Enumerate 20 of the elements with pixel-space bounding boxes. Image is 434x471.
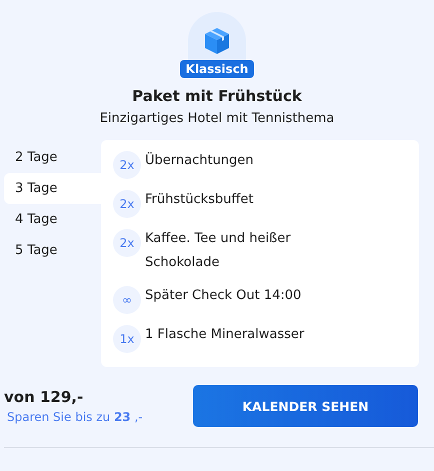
duration-tab[interactable]: 2 Tage xyxy=(4,142,101,173)
inclusion-text: Übernachtungen xyxy=(145,151,255,170)
package-subtitle: Einzigartiges Hotel mit Tennisthema xyxy=(100,111,334,126)
calendar-button[interactable]: KALENDER SEHEN xyxy=(193,385,418,427)
savings-text: Sparen Sie bis zu 23 ,- xyxy=(6,410,143,424)
duration-tab[interactable]: 3 Tage xyxy=(4,173,101,204)
quantity-badge: ∞ xyxy=(113,286,141,314)
inclusion-text: Frühstücksbuffet xyxy=(145,191,254,209)
quantity-badge: 2x xyxy=(113,151,141,179)
quantity-badge: 1x xyxy=(113,325,141,353)
inclusion-text: 1 Flasche Mineralwasser xyxy=(145,326,306,344)
inclusion-text: Kaffee. Tee und heißer Schokolade xyxy=(145,230,292,272)
package-title: Paket mit Frühstück xyxy=(132,87,302,105)
duration-tab[interactable]: 4 Tage xyxy=(4,204,101,235)
price-text: von 129,- xyxy=(4,388,84,406)
quantity-badge: 2x xyxy=(113,190,141,218)
inclusion-text: Später Check Out 14:00 xyxy=(145,287,302,305)
duration-tab[interactable]: 5 Tage xyxy=(4,235,101,266)
quantity-badge: 2x xyxy=(113,229,141,257)
package-badge: Klassisch xyxy=(180,60,254,78)
